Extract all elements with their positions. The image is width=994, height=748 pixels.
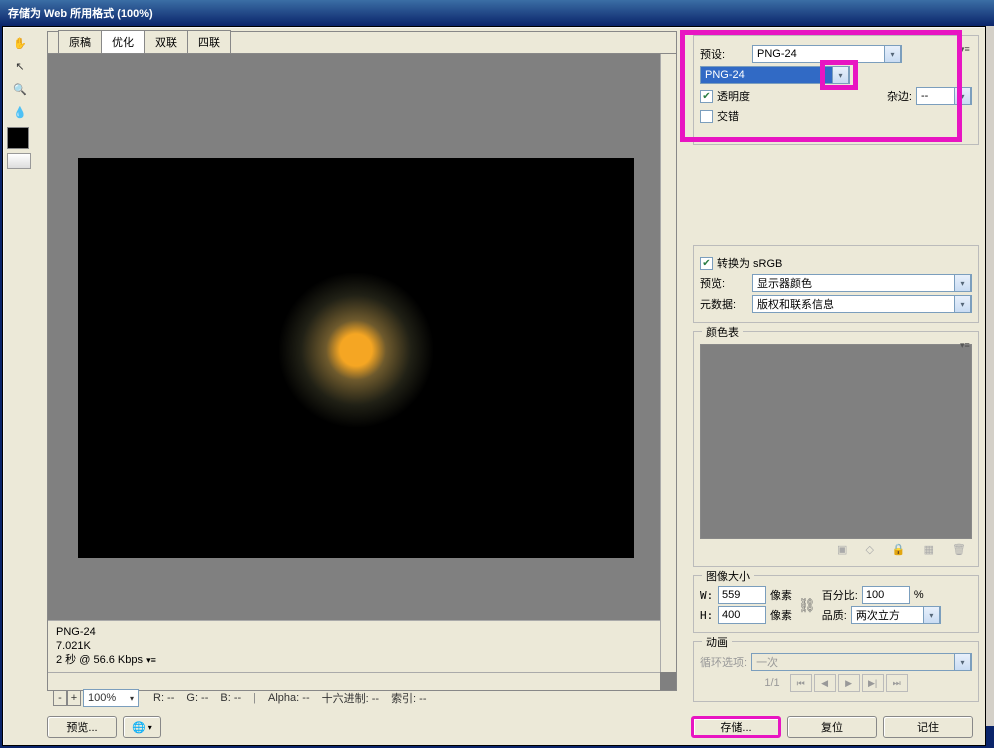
zoom-in-button[interactable]: +: [67, 690, 81, 706]
first-frame-button: ⏮: [790, 674, 812, 692]
quality-label: 品质:: [822, 607, 847, 623]
delete-color-icon[interactable]: 🗑: [952, 543, 966, 556]
readout-hex: 十六进制: --: [322, 690, 379, 706]
image-size-group: 图像大小 W: 像素 H: 像素 ⛓: [693, 575, 979, 633]
width-label: W:: [700, 589, 714, 602]
eyedropper-color-swatch[interactable]: [7, 127, 29, 149]
lock-color-icon[interactable]: 🔒: [892, 543, 906, 556]
slice-visibility-toggle[interactable]: [7, 153, 31, 169]
color-convert-group: ✔转换为 sRGB 预览: 显示器颜色 ▾ 元数据: 版权和联系信息 ▾: [693, 245, 979, 323]
slice-select-tool[interactable]: ↖: [7, 55, 33, 77]
save-for-web-dialog: ✋ ↖ 🔍 💧 原稿 优化 双联 四联 PNG-24 7.021K 2 秒 @ …: [2, 26, 986, 746]
eyedropper-tool[interactable]: 💧: [7, 101, 33, 123]
chevron-down-icon: ▾: [832, 66, 849, 84]
constrain-link-icon[interactable]: ⛓: [798, 597, 816, 614]
convert-srgb-checkbox[interactable]: ✔转换为 sRGB: [700, 255, 782, 271]
reset-button[interactable]: 复位: [787, 716, 877, 738]
transparency-checkbox[interactable]: ✔透明度: [700, 88, 750, 104]
browser-preview-button[interactable]: 🌐▾: [123, 716, 161, 738]
animation-group: 动画 循环选项: 一次 ▾ 1/1 ⏮ ◀ ▶ ▶| ⏭: [693, 641, 979, 702]
last-frame-button: ⏭: [886, 674, 908, 692]
readout-g: G: --: [186, 692, 208, 704]
hand-tool[interactable]: ✋: [7, 32, 33, 54]
image-content: [276, 270, 436, 430]
save-button[interactable]: 存储...: [691, 716, 781, 738]
height-unit: 像素: [770, 607, 792, 623]
chevron-down-icon: ▾: [923, 606, 940, 624]
metadata-label: 元数据:: [700, 296, 748, 312]
info-format: PNG-24: [56, 625, 652, 639]
preview-mode-label: 预览:: [700, 275, 748, 291]
width-field[interactable]: [718, 586, 766, 604]
zoom-tool[interactable]: 🔍: [7, 78, 33, 100]
tab-2up[interactable]: 双联: [144, 30, 188, 53]
chevron-down-icon: ▾: [954, 274, 971, 292]
preset-group: ▾≡ 预设: PNG-24 ▾ PNG-24 ▾ ✔透明度 杂边:: [693, 35, 979, 145]
readout-index: 索引: --: [391, 690, 426, 706]
readout-alpha: Alpha: --: [268, 692, 310, 704]
title-bar: 存储为 Web 所用格式 (100%): [0, 0, 994, 26]
chevron-down-icon: ▾: [954, 87, 971, 105]
percent-label: 百分比:: [822, 587, 858, 603]
chevron-down-icon: ▾: [954, 653, 971, 671]
height-label: H:: [700, 609, 714, 622]
color-table-flyout-icon[interactable]: ▾≡: [960, 340, 974, 350]
flyout-icon[interactable]: ▾≡: [146, 655, 156, 665]
desktop-edge: [986, 26, 994, 726]
tab-original[interactable]: 原稿: [58, 30, 102, 53]
height-field[interactable]: [718, 606, 766, 624]
status-bar: - + 100%▾ R: -- G: -- B: -- | Alpha: -- …: [47, 687, 677, 709]
vertical-scrollbar[interactable]: [660, 54, 676, 672]
shift-websafe-icon[interactable]: ◇: [865, 543, 873, 556]
prev-frame-button: ◀: [814, 674, 836, 692]
chevron-down-icon: ▾: [954, 295, 971, 313]
window-title: 存储为 Web 所用格式 (100%): [8, 5, 153, 21]
tab-4up[interactable]: 四联: [187, 30, 231, 53]
preset-label: 预设:: [700, 46, 748, 62]
color-table-label: 颜色表: [702, 324, 743, 340]
preset-dropdown[interactable]: PNG-24 ▾: [752, 45, 902, 63]
color-table[interactable]: [700, 344, 972, 539]
preview-tabs: 原稿 优化 双联 四联: [48, 32, 676, 54]
remember-button[interactable]: 记住: [883, 716, 973, 738]
tab-optimized[interactable]: 优化: [101, 30, 145, 53]
next-frame-button: ▶|: [862, 674, 884, 692]
width-unit: 像素: [770, 587, 792, 603]
chevron-down-icon: ▾: [884, 45, 901, 63]
zoom-value[interactable]: 100%▾: [83, 689, 139, 707]
readout-b: B: --: [220, 692, 241, 704]
tool-column: ✋ ↖ 🔍 💧: [7, 31, 41, 170]
optimize-info: PNG-24 7.021K 2 秒 @ 56.6 Kbps ▾≡: [48, 620, 660, 672]
readout-r: R: --: [153, 692, 174, 704]
play-button: ▶: [838, 674, 860, 692]
format-dropdown[interactable]: PNG-24 ▾: [700, 66, 850, 84]
info-download-time: 2 秒 @ 56.6 Kbps: [56, 654, 143, 666]
preview-area: 原稿 优化 双联 四联 PNG-24 7.021K 2 秒 @ 56.6 Kbp…: [47, 31, 677, 691]
loop-label: 循环选项:: [700, 654, 747, 670]
interlace-checkbox[interactable]: 交错: [700, 108, 739, 124]
info-filesize: 7.021K: [56, 639, 652, 653]
preview-canvas[interactable]: [78, 158, 634, 558]
image-size-label: 图像大小: [702, 568, 754, 584]
new-color-icon[interactable]: ▦: [924, 543, 934, 556]
frame-position: 1/1: [764, 677, 779, 689]
percent-unit: %: [914, 589, 924, 601]
animation-label: 动画: [702, 634, 732, 650]
dialog-buttons: 预览... 🌐▾ 存储... 复位 记住: [47, 715, 979, 739]
preview-mode-dropdown[interactable]: 显示器颜色 ▾: [752, 274, 972, 292]
settings-panel: ▾≡ 预设: PNG-24 ▾ PNG-24 ▾ ✔透明度 杂边:: [693, 35, 979, 710]
metadata-dropdown[interactable]: 版权和联系信息 ▾: [752, 295, 972, 313]
quality-dropdown[interactable]: 两次立方 ▾: [851, 606, 941, 624]
color-table-buttons: ▣ ◇ 🔒 ▦ 🗑: [700, 539, 972, 560]
color-table-group: 颜色表 ▾≡ ▣ ◇ 🔒 ▦ 🗑: [693, 331, 979, 567]
matte-label: 杂边:: [887, 88, 912, 104]
matte-dropdown[interactable]: -- ▾: [916, 87, 972, 105]
zoom-out-button[interactable]: -: [53, 690, 67, 706]
map-transparent-icon[interactable]: ▣: [837, 543, 847, 556]
preset-flyout-icon[interactable]: ▾≡: [960, 44, 974, 54]
preview-button[interactable]: 预览...: [47, 716, 117, 738]
canvas-host: PNG-24 7.021K 2 秒 @ 56.6 Kbps ▾≡: [48, 54, 676, 690]
percent-field[interactable]: [862, 586, 910, 604]
loop-dropdown: 一次 ▾: [751, 653, 972, 671]
